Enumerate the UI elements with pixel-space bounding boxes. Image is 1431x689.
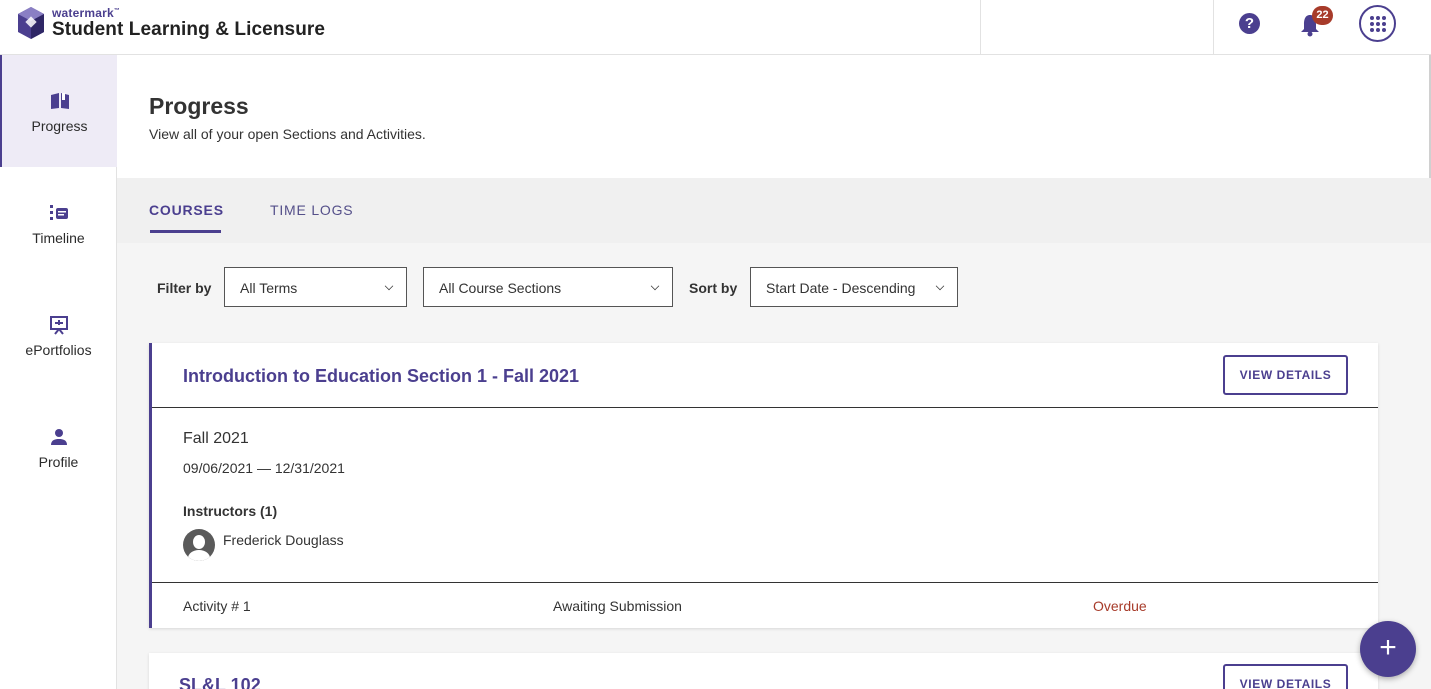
card-divider [152, 582, 1378, 583]
course-section-select-value: All Course Sections [439, 280, 562, 296]
avatar [183, 529, 215, 561]
term-name: Fall 2021 [183, 430, 249, 447]
sidebar-item-timeline[interactable]: Timeline [0, 167, 117, 279]
term-select[interactable]: All Terms [224, 267, 407, 307]
course-title[interactable]: Introduction to Education Section 1 - Fa… [183, 366, 579, 387]
sidebar: Progress Timeline ePortfolios Profile [0, 55, 117, 689]
timeline-icon [49, 205, 68, 220]
notification-badge: 22 [1312, 6, 1333, 25]
product-name: Student Learning & Licensure [52, 19, 326, 40]
page-subtitle: View all of your open Sections and Activ… [149, 126, 426, 142]
header-divider [980, 0, 981, 55]
sidebar-item-label: Progress [31, 118, 88, 134]
page-header: Progress View all of your open Sections … [117, 55, 1431, 178]
tab-courses[interactable]: COURSES [149, 202, 224, 218]
apps-grid-icon [1370, 16, 1386, 32]
tab-time-logs[interactable]: TIME LOGS [270, 202, 353, 218]
book-icon [50, 93, 69, 109]
chevron-down-icon [935, 281, 945, 291]
course-card: Introduction to Education Section 1 - Fa… [149, 343, 1378, 628]
watermark-logo-icon [18, 7, 44, 39]
tab-bar: COURSES TIME LOGS [117, 178, 1431, 243]
filter-by-label: Filter by [157, 280, 212, 296]
add-fab-button[interactable]: + [1360, 621, 1416, 677]
header-divider [1213, 0, 1214, 55]
sidebar-item-label: Profile [38, 454, 79, 470]
activity-name[interactable]: Activity # 1 [183, 598, 251, 614]
apps-menu-button[interactable] [1359, 5, 1396, 42]
sort-select[interactable]: Start Date - Descending [750, 267, 958, 307]
person-icon [50, 429, 67, 445]
instructor-name: Frederick Douglass [223, 532, 344, 548]
course-card: SL&L 102 VIEW DETAILS [149, 653, 1378, 689]
course-title[interactable]: SL&L 102 [179, 675, 261, 689]
view-details-button[interactable]: VIEW DETAILS [1223, 355, 1348, 395]
app-logo[interactable]: watermark™ Student Learning & Licensure [16, 5, 325, 41]
sidebar-item-eportfolios[interactable]: ePortfolios [0, 279, 117, 391]
page-title: Progress [149, 93, 249, 119]
sidebar-item-progress[interactable]: Progress [0, 55, 117, 167]
instructors-label: Instructors (1) [183, 503, 278, 519]
chevron-down-icon [384, 281, 394, 291]
course-section-select[interactable]: All Course Sections [423, 267, 673, 307]
top-bar: watermark™ Student Learning & Licensure … [0, 0, 1431, 55]
chevron-down-icon [650, 281, 660, 291]
sort-by-label: Sort by [689, 280, 738, 296]
activity-status: Awaiting Submission [553, 598, 682, 614]
sidebar-item-label: Timeline [32, 230, 85, 246]
term-select-value: All Terms [240, 280, 298, 296]
view-details-button[interactable]: VIEW DETAILS [1223, 664, 1348, 689]
term-dates: 09/06/2021 — 12/31/2021 [183, 460, 345, 476]
activity-due-status: Overdue [1093, 598, 1147, 614]
brand-name: watermark™ [52, 6, 121, 20]
presentation-icon [49, 316, 68, 335]
sidebar-item-label: ePortfolios [25, 342, 92, 358]
sort-select-value: Start Date - Descending [766, 280, 916, 296]
help-icon[interactable]: ? [1239, 13, 1260, 34]
sidebar-item-profile[interactable]: Profile [0, 391, 117, 503]
card-divider [152, 407, 1378, 408]
active-tab-indicator [150, 230, 221, 233]
